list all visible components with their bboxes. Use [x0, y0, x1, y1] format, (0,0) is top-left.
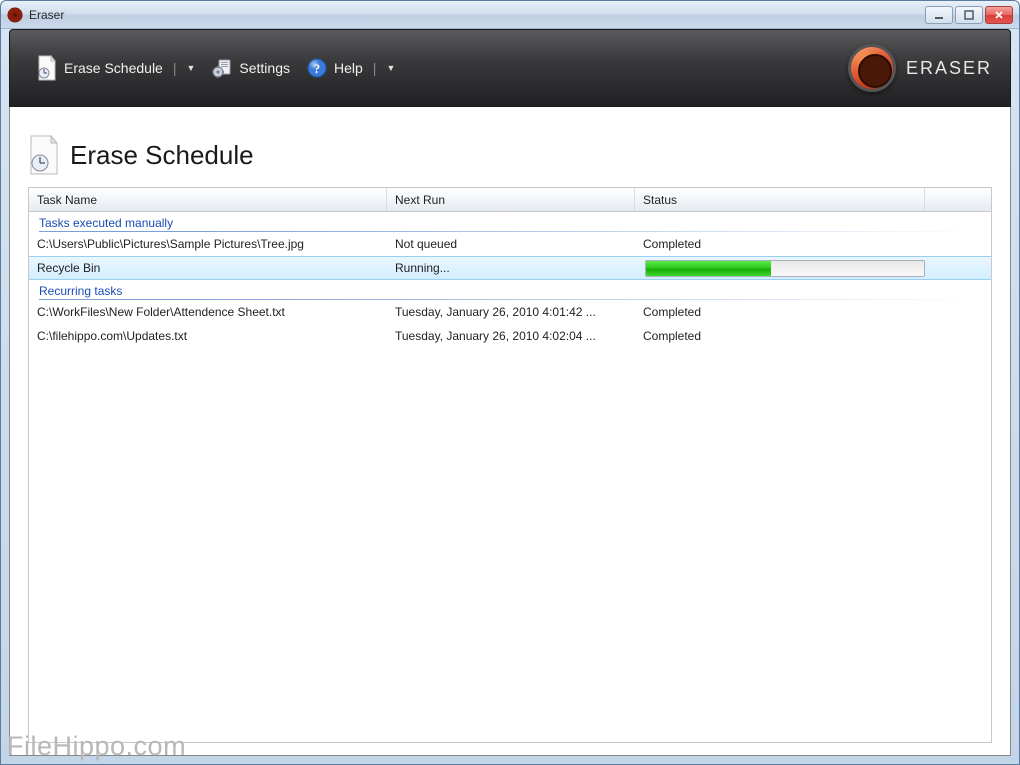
page-title: Erase Schedule [70, 140, 254, 171]
task-row[interactable]: C:\WorkFiles\New Folder\Attendence Sheet… [29, 300, 991, 324]
page-schedule-icon [28, 135, 60, 175]
settings-button[interactable]: Settings [203, 53, 298, 83]
cell-status [635, 257, 925, 279]
task-row[interactable]: C:\Users\Public\Pictures\Sample Pictures… [29, 232, 991, 256]
column-header-nextrun[interactable]: Next Run [387, 188, 635, 211]
app-window: Eraser [0, 0, 1020, 765]
progress-bar-fill [646, 261, 771, 276]
content-panel: Erase Schedule Task Name Next Run Status… [9, 107, 1011, 756]
cell-next-run: Tuesday, January 26, 2010 4:02:04 ... [387, 324, 635, 348]
minimize-button[interactable] [925, 6, 953, 24]
column-header-task[interactable]: Task Name [29, 188, 387, 211]
toolbar-label: Settings [239, 60, 290, 76]
column-header-status[interactable]: Status [635, 188, 925, 211]
page-header: Erase Schedule [28, 135, 992, 175]
cell-status: Completed [635, 232, 925, 256]
maximize-button[interactable] [955, 6, 983, 24]
task-row[interactable]: Recycle Bin Running... [29, 256, 991, 280]
app-icon [7, 7, 23, 23]
help-button[interactable]: ? Help | ▼ [298, 53, 403, 83]
client-area: Erase Schedule | ▼ [9, 29, 1011, 756]
help-icon: ? [306, 57, 328, 79]
cell-task-name: Recycle Bin [29, 257, 387, 279]
brand-area: ERASER [848, 44, 992, 92]
gear-icon [211, 57, 233, 79]
dropdown-arrow-icon[interactable]: ▼ [386, 63, 395, 73]
erase-schedule-button[interactable]: Erase Schedule | ▼ [28, 53, 203, 83]
toolbar-label: Erase Schedule [64, 60, 163, 76]
task-row[interactable]: C:\filehippo.com\Updates.txt Tuesday, Ja… [29, 324, 991, 348]
schedule-icon [36, 57, 58, 79]
svg-text:?: ? [314, 61, 321, 76]
close-button[interactable] [985, 6, 1013, 24]
cell-next-run: Tuesday, January 26, 2010 4:01:42 ... [387, 300, 635, 324]
cell-task-name: C:\filehippo.com\Updates.txt [29, 324, 387, 348]
titlebar[interactable]: Eraser [1, 1, 1019, 29]
cell-next-run: Not queued [387, 232, 635, 256]
group-manual[interactable]: Tasks executed manually [29, 212, 991, 232]
cell-task-name: C:\WorkFiles\New Folder\Attendence Sheet… [29, 300, 387, 324]
cell-status: Completed [635, 324, 925, 348]
window-controls [925, 6, 1013, 24]
grid-header: Task Name Next Run Status [29, 188, 991, 212]
cell-status: Completed [635, 300, 925, 324]
brand-text: ERASER [906, 58, 992, 79]
main-toolbar: Erase Schedule | ▼ [9, 29, 1011, 107]
hazard-logo-icon [848, 44, 896, 92]
cell-task-name: C:\Users\Public\Pictures\Sample Pictures… [29, 232, 387, 256]
group-recurring[interactable]: Recurring tasks [29, 280, 991, 300]
window-title: Eraser [29, 8, 925, 22]
toolbar-label: Help [334, 60, 363, 76]
dropdown-arrow-icon[interactable]: ▼ [186, 63, 195, 73]
progress-bar [645, 260, 925, 277]
cell-next-run: Running... [387, 257, 635, 279]
task-grid[interactable]: Task Name Next Run Status Tasks executed… [28, 187, 992, 743]
